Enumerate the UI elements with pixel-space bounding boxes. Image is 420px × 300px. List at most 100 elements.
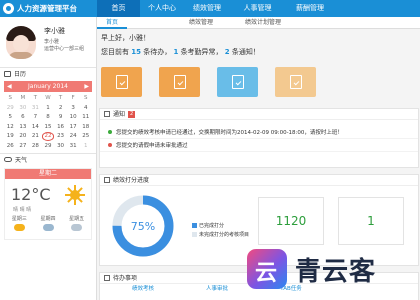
calendar-weekday: S (8, 95, 13, 101)
calendar-day[interactable]: 5 (4, 113, 17, 122)
calendar-weekday: W (45, 95, 51, 101)
watermark: 青云客 (247, 244, 417, 294)
calendar-day[interactable]: 15 (42, 123, 55, 132)
status-dot-icon (108, 130, 112, 134)
calendar-day[interactable]: 6 (17, 113, 30, 122)
calendar-day[interactable]: 29 (4, 104, 17, 113)
calendar-prev-button[interactable]: ◀ (7, 83, 12, 90)
calendar-weekday: T (58, 95, 63, 101)
clipboard-icon (115, 75, 128, 89)
calendar-next-button[interactable]: ▶ (84, 83, 89, 90)
calendar-day[interactable]: 16 (54, 123, 67, 132)
rain-icon (42, 224, 54, 231)
calendar-day[interactable]: 31 (29, 104, 42, 113)
calendar-day[interactable]: 14 (29, 123, 42, 132)
calendar-day[interactable]: 22 (41, 132, 55, 141)
calendar: ◀ January 2014 ▶ S M T W T F S 29 30 31 1 2 3 4 5 6 7 8 9 1… (0, 79, 96, 150)
welcome-message: 早上好，小雅！ 您目前有 15 条待办， 1 条考勤异常， 2 条通知！ (101, 33, 416, 57)
cloud-icon (4, 157, 12, 162)
tab-performance[interactable]: 绩效管理 (171, 17, 231, 29)
sub-tabs: 首页 绩效管理 绩效计划管理 (97, 17, 420, 29)
calendar-day[interactable]: 2 (54, 104, 67, 113)
calendar-day[interactable]: 28 (29, 142, 42, 151)
watermark-logo-icon (247, 249, 287, 289)
stat-card[interactable]: 1120 (258, 197, 324, 245)
greeting: 早上好，小雅！ (101, 34, 150, 42)
badge-icon (289, 75, 302, 89)
calendar-grid: S M T W T F S 29 30 31 1 2 3 4 5 6 7 8 9 10 11 12 13 14 15 16 17 18… (4, 94, 92, 150)
calendar-day[interactable]: 18 (79, 123, 92, 132)
tab-home[interactable]: 首页 (97, 17, 127, 29)
calendar-day[interactable]: 8 (42, 113, 55, 122)
pending-count[interactable]: 15 (131, 48, 141, 56)
calendar-day[interactable]: 24 (67, 132, 80, 141)
calendar-day[interactable]: 9 (54, 113, 67, 122)
profile-dept: 运营中心一部三组 (44, 46, 85, 52)
profile-name: 李小雅 (44, 27, 65, 35)
calendar-icon (4, 70, 11, 77)
sun-icon (65, 185, 85, 205)
calendar-day[interactable]: 19 (4, 132, 17, 141)
calendar-day[interactable]: 13 (17, 123, 30, 132)
calendar-day[interactable]: 11 (79, 113, 92, 122)
tab-performance-plan[interactable]: 绩效计划管理 (231, 17, 295, 29)
forecast-day: 星期五 (62, 215, 91, 231)
nav-personnel[interactable]: 人事管理 (230, 0, 285, 17)
list-icon (104, 275, 110, 281)
edit-icon (231, 75, 244, 89)
calendar-day[interactable]: 29 (42, 142, 55, 151)
nav-home[interactable]: 首页 (97, 0, 140, 17)
nav-salary[interactable]: 薪酬管理 (285, 0, 335, 17)
calendar-day[interactable]: 27 (17, 142, 30, 151)
calendar-day[interactable]: 17 (67, 123, 80, 132)
weather-desc: 晴 晴 晴 (13, 207, 32, 213)
calendar-day[interactable]: 30 (54, 142, 67, 151)
legend-item: 已完成打分 (192, 222, 249, 229)
calendar-header: ◀ January 2014 ▶ (4, 81, 92, 92)
calendar-day[interactable]: 26 (4, 142, 17, 151)
calendar-day[interactable]: 20 (17, 132, 30, 141)
calendar-day[interactable]: 10 (67, 113, 80, 122)
todo-tab-approval[interactable]: 人事审批 (182, 284, 252, 294)
calendar-day[interactable]: 21 (29, 132, 42, 141)
calendar-weekday: T (33, 95, 38, 101)
main-nav: 首页 个人中心 绩效管理 人事管理 薪酬管理 (97, 0, 335, 17)
list-icon (104, 177, 110, 183)
checklist-button[interactable] (159, 67, 200, 97)
calendar-day[interactable]: 7 (29, 113, 42, 122)
todo-tab-performance[interactable]: 绩效考核 (108, 284, 178, 294)
calendar-day[interactable]: 25 (79, 132, 92, 141)
badge-button[interactable] (275, 67, 316, 97)
clipboard-button[interactable] (101, 67, 142, 97)
checklist-icon (173, 75, 186, 89)
calendar-day[interactable]: 23 (54, 132, 67, 141)
nav-performance[interactable]: 绩效管理 (184, 0, 230, 17)
stat-card[interactable]: 1 (338, 197, 404, 245)
calendar-day[interactable]: 1 (79, 142, 92, 151)
calendar-day[interactable]: 31 (67, 142, 80, 151)
brand[interactable]: 人力资源管理平台 (0, 0, 97, 17)
notice-count[interactable]: 2 (225, 48, 230, 56)
forecast-day: 星期三 (5, 215, 34, 231)
calendar-section-title: 日历 (0, 67, 96, 79)
summary-line: 您目前有 15 条待办， 1 条考勤异常， 2 条通知！ (101, 48, 260, 56)
progress-label: 75% (131, 220, 155, 233)
notice-item[interactable]: 您提交的请假申请未审批通过 (100, 139, 418, 152)
app-logo-icon (3, 3, 14, 14)
calendar-month: January 2014 (28, 83, 68, 90)
calendar-day[interactable]: 4 (79, 104, 92, 113)
calendar-day[interactable]: 1 (42, 104, 55, 113)
nav-personal[interactable]: 个人中心 (140, 0, 184, 17)
list-icon (104, 111, 110, 117)
weather-day: 星期二 (5, 169, 91, 179)
forecast-day: 星期四 (34, 215, 63, 231)
calendar-day[interactable]: 12 (4, 123, 17, 132)
calendar-day[interactable]: 30 (17, 104, 30, 113)
calendar-weekday: F (71, 95, 75, 101)
notice-item[interactable]: 您提交的绩效考核申请已经通过，交换期限时间为2014-02-09 09:00-1… (100, 126, 418, 139)
avatar[interactable] (6, 26, 36, 59)
edit-button[interactable] (217, 67, 258, 97)
calendar-day[interactable]: 3 (67, 104, 80, 113)
calendar-weekday: M (20, 95, 26, 101)
reminder-count[interactable]: 1 (173, 48, 178, 56)
